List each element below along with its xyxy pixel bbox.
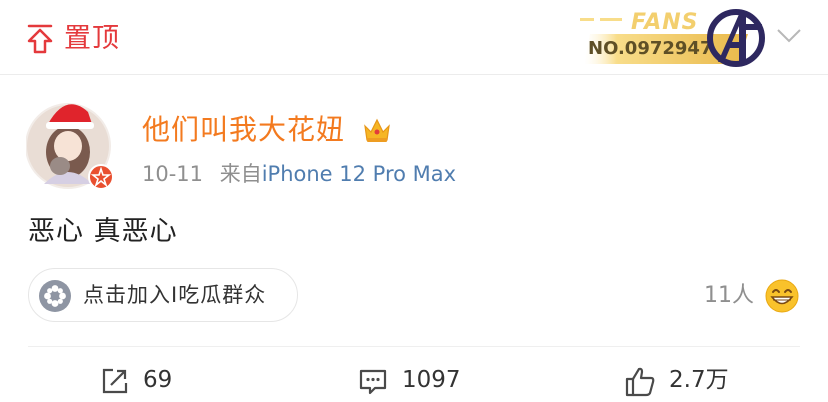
reaction-count[interactable]: 11人 bbox=[704, 282, 754, 310]
verified-badge-icon bbox=[88, 164, 114, 190]
fan-number: NO.0972947 bbox=[588, 38, 713, 59]
join-group-button[interactable]: 点击加入I吃瓜群众 bbox=[28, 268, 298, 322]
thumbs-up-icon bbox=[625, 367, 655, 397]
pinned-header: 置顶 FANS NO.0972947 bbox=[0, 0, 828, 74]
source-prefix: 来自 bbox=[219, 162, 262, 186]
repost-icon bbox=[102, 368, 128, 394]
comment-count: 1097 bbox=[402, 367, 461, 393]
like-button[interactable]: 2.7万 bbox=[624, 362, 744, 402]
crown-icon bbox=[364, 118, 390, 142]
repost-count: 69 bbox=[143, 367, 173, 393]
group-label: 点击加入I吃瓜群众 bbox=[83, 283, 267, 307]
pinned-label: 置顶 bbox=[64, 23, 120, 54]
actions-divider bbox=[28, 346, 800, 347]
comment-button[interactable]: 1097 bbox=[358, 362, 478, 402]
fans-title: FANS bbox=[631, 10, 699, 35]
author-name[interactable]: 他们叫我大花妞 bbox=[142, 112, 345, 148]
repost-button[interactable]: 69 bbox=[100, 362, 200, 402]
avatar[interactable] bbox=[25, 90, 118, 190]
grinning-emoji-icon[interactable] bbox=[764, 278, 800, 314]
avengers-logo bbox=[707, 9, 765, 67]
group-icon bbox=[39, 280, 71, 312]
comment-icon bbox=[359, 369, 387, 395]
pin-top-icon bbox=[27, 24, 53, 54]
fan-badge[interactable]: FANS NO.0972947 bbox=[578, 6, 774, 68]
header-divider bbox=[0, 74, 828, 75]
like-count: 2.7万 bbox=[669, 367, 729, 393]
device-source[interactable]: iPhone 12 Pro Max bbox=[262, 162, 456, 186]
chevron-down-icon[interactable] bbox=[776, 28, 802, 44]
post-date: 10-11 bbox=[142, 162, 204, 186]
post-text: 恶心 真恶心 bbox=[28, 216, 178, 247]
post-meta: 10-11 来自iPhone 12 Pro Max bbox=[142, 160, 456, 188]
